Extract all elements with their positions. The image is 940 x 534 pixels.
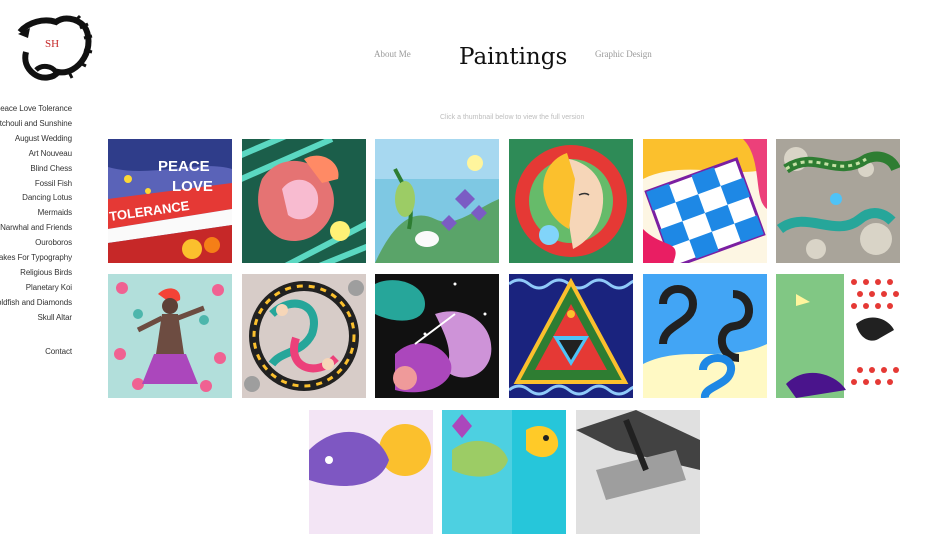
- planetary-koi-painting: [309, 410, 433, 534]
- logo-initials: SH: [45, 38, 59, 50]
- gallery-instruction: Click a thumbnail below to view the full…: [440, 114, 585, 121]
- goldfish-and-diamonds-painting: [442, 410, 566, 534]
- fossil-fish-painting: [776, 139, 900, 263]
- sidebar-nav: Peace Love Tolerance Patchouli and Sunsh…: [0, 102, 72, 360]
- thumbnail-patchouli-and-sunshine[interactable]: [242, 139, 366, 263]
- religious-birds-painting: [776, 274, 900, 398]
- thumbnail-snakes-for-typography[interactable]: [643, 274, 767, 398]
- patchouli-and-sunshine-painting: [242, 139, 366, 263]
- logo[interactable]: SH: [14, 12, 94, 82]
- thumbnail-goldfish-and-diamonds[interactable]: [442, 410, 566, 534]
- sidebar-item-blind-chess[interactable]: Blind Chess: [0, 162, 72, 177]
- thumbnail-religious-birds[interactable]: [776, 274, 900, 398]
- august-wedding-painting: [375, 139, 499, 263]
- mermaids-painting: [242, 274, 366, 398]
- dragon-logo-icon: SH: [17, 14, 93, 81]
- snakes-for-typography-painting: [643, 274, 767, 398]
- sidebar-item-religious-birds[interactable]: Religious Birds: [0, 266, 72, 281]
- sidebar-item-august-wedding[interactable]: August Wedding: [0, 132, 72, 147]
- peace-love-tolerance-painting: PEACE LOVE TOLERANCE: [108, 139, 232, 263]
- ouroboros-painting: [509, 274, 633, 398]
- thumbnail-planetary-koi[interactable]: [309, 410, 433, 534]
- sidebar-item-contact[interactable]: Contact: [0, 345, 72, 360]
- art-nouveau-painting: [509, 139, 633, 263]
- sidebar-item-ouroboros[interactable]: Ouroboros: [0, 236, 72, 251]
- thumbnail-mermaids[interactable]: [242, 274, 366, 398]
- sidebar-item-goldfish-and-diamonds[interactable]: Goldfish and Diamonds: [0, 296, 72, 311]
- sidebar-item-mermaids[interactable]: Mermaids: [0, 206, 72, 221]
- sidebar-item-snakes-for-typography[interactable]: Snakes For Typography: [0, 251, 72, 266]
- narwhal-and-friends-painting: [375, 274, 499, 398]
- svg-text:LOVE: LOVE: [172, 178, 213, 195]
- thumbnail-peace-love-tolerance[interactable]: PEACE LOVE TOLERANCE: [108, 139, 232, 263]
- svg-text:PEACE: PEACE: [158, 158, 210, 175]
- sidebar-item-patchouli-and-sunshine[interactable]: Patchouli and Sunshine: [0, 117, 72, 132]
- nav-graphic-design-link[interactable]: Graphic Design: [595, 49, 652, 59]
- thumbnail-dancing-lotus[interactable]: [108, 274, 232, 398]
- sidebar-item-planetary-koi[interactable]: Planetary Koi: [0, 281, 72, 296]
- thumbnail-fossil-fish[interactable]: [776, 139, 900, 263]
- nav-about-me-link[interactable]: About Me: [374, 49, 411, 59]
- dancing-lotus-painting: [108, 274, 232, 398]
- thumbnail-blind-chess[interactable]: [643, 139, 767, 263]
- thumbnail-ouroboros[interactable]: [509, 274, 633, 398]
- sidebar-item-narwhal-and-friends[interactable]: Narwhal and Friends: [0, 221, 72, 236]
- sidebar-item-art-nouveau[interactable]: Art Nouveau: [0, 147, 72, 162]
- thumbnail-art-nouveau[interactable]: [509, 139, 633, 263]
- blind-chess-painting: [643, 139, 767, 263]
- page-title: Paintings: [459, 44, 568, 70]
- thumbnail-skull-altar[interactable]: [576, 410, 700, 534]
- sidebar-item-dancing-lotus[interactable]: Dancing Lotus: [0, 191, 72, 206]
- sidebar-item-fossil-fish[interactable]: Fossil Fish: [0, 177, 72, 192]
- thumbnail-narwhal-and-friends[interactable]: [375, 274, 499, 398]
- thumbnail-august-wedding[interactable]: [375, 139, 499, 263]
- skull-altar-painting: [576, 410, 700, 534]
- sidebar-item-skull-altar[interactable]: Skull Altar: [0, 311, 73, 326]
- sidebar-item-peace-love-tolerance[interactable]: Peace Love Tolerance: [0, 102, 72, 117]
